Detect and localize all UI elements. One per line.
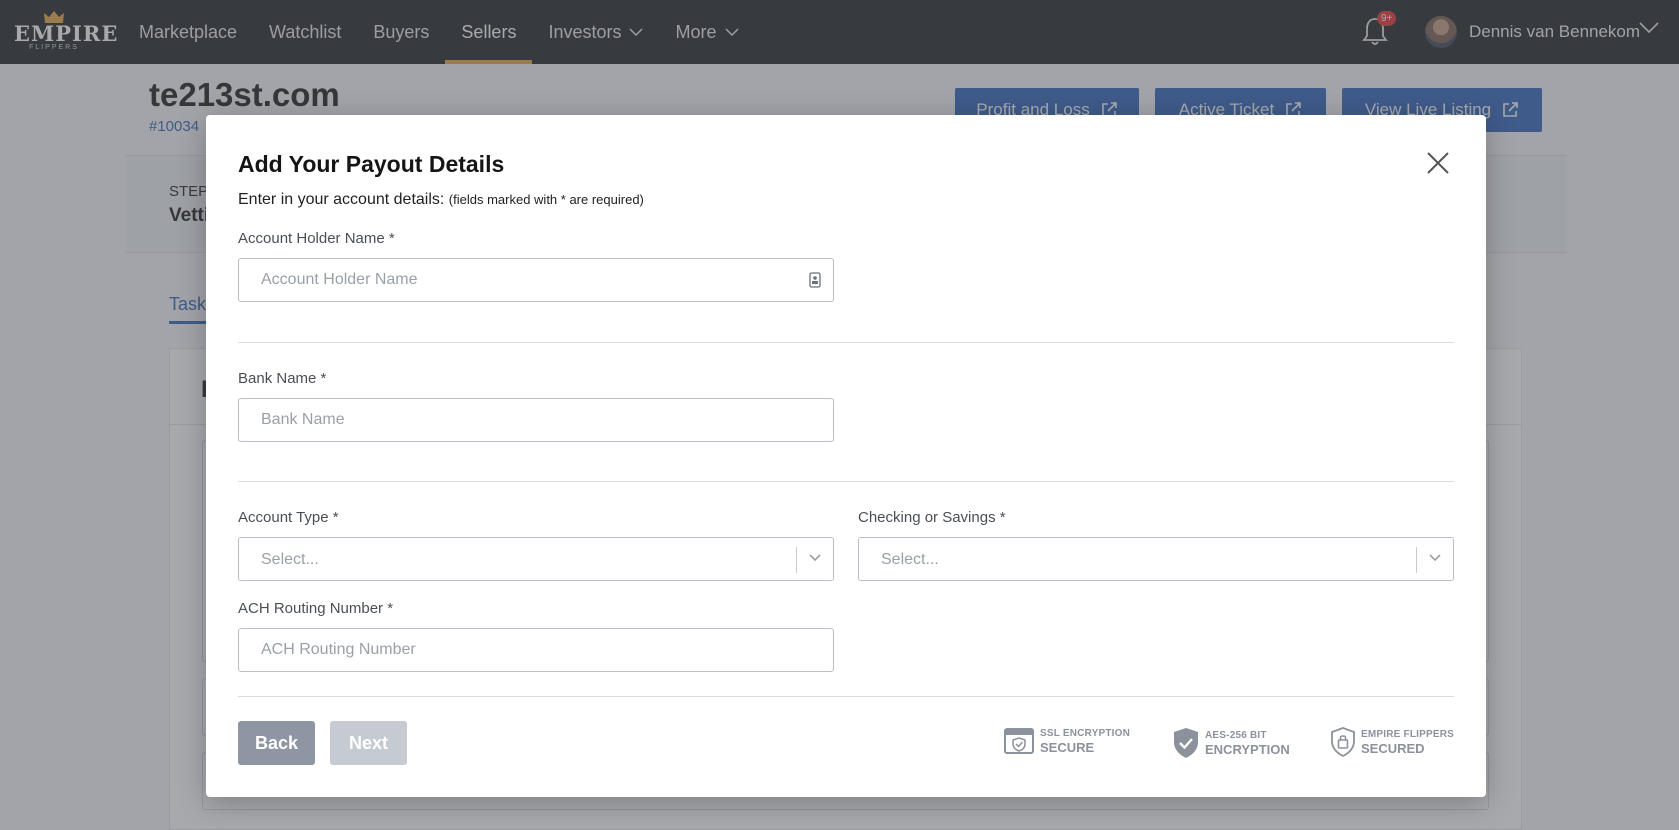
ef-secured-badge: EMPIRE FLIPPERS SECURED: [1331, 727, 1454, 757]
aes-badge-text: AES-256 BIT ENCRYPTION: [1205, 730, 1290, 757]
modal-title: Add Your Payout Details: [238, 151, 505, 177]
checking-savings-select[interactable]: Select...: [858, 537, 1454, 581]
ach-routing-input[interactable]: [261, 641, 833, 659]
ssl-badge-line2: SECURE: [1040, 739, 1095, 755]
lock-shield-icon: [1331, 727, 1355, 757]
account-type-select[interactable]: Select...: [238, 537, 834, 581]
ssl-badge-text: SSL ENCRYPTION SECURE: [1040, 728, 1130, 755]
modal-intro: Enter in your account details: (fields m…: [238, 191, 644, 209]
ssl-badge: SSL ENCRYPTION SECURE: [1004, 727, 1130, 755]
ssl-badge-line1: SSL ENCRYPTION: [1040, 727, 1131, 739]
payout-details-modal: Add Your Payout Details Enter in your ac…: [206, 115, 1486, 797]
next-button[interactable]: Next: [330, 721, 407, 765]
bank-name-field[interactable]: [238, 398, 834, 442]
ach-routing-field[interactable]: [238, 628, 834, 672]
chevron-down-icon: [809, 554, 821, 562]
shield-check-icon: [1174, 728, 1198, 758]
bank-name-input[interactable]: [261, 411, 833, 429]
chevron-down-icon: [1429, 554, 1441, 562]
contact-card-icon: [809, 272, 821, 288]
account-holder-label: Account Holder Name *: [238, 230, 395, 247]
close-icon[interactable]: [1424, 149, 1452, 177]
account-type-label: Account Type *: [238, 509, 339, 526]
checking-savings-label: Checking or Savings *: [858, 509, 1006, 526]
required-note: (fields marked with * are required): [448, 192, 644, 207]
select-separator: [1416, 547, 1417, 573]
ef-secured-badge-line2: SECURED: [1361, 740, 1425, 756]
aes-badge: AES-256 BIT ENCRYPTION: [1173, 727, 1290, 759]
bank-name-label: Bank Name *: [238, 370, 327, 387]
ef-secured-badge-line1: EMPIRE FLIPPERS: [1361, 728, 1455, 740]
select-separator: [796, 547, 797, 573]
modal-intro-text: Enter in your account details:: [238, 191, 445, 208]
checking-savings-placeholder: Select...: [881, 551, 939, 568]
divider: [238, 481, 1454, 482]
divider: [238, 696, 1454, 697]
aes-badge-line2: ENCRYPTION: [1205, 741, 1290, 757]
account-holder-input[interactable]: [261, 271, 833, 289]
ef-secured-badge-text: EMPIRE FLIPPERS SECURED: [1361, 729, 1454, 756]
account-type-placeholder: Select...: [261, 551, 319, 568]
back-button[interactable]: Back: [238, 721, 315, 765]
divider: [238, 342, 1454, 343]
account-holder-field[interactable]: [238, 258, 834, 302]
aes-badge-line1: AES-256 BIT: [1205, 729, 1267, 741]
browser-shield-icon: [1004, 728, 1034, 754]
ach-routing-label: ACH Routing Number *: [238, 600, 394, 617]
